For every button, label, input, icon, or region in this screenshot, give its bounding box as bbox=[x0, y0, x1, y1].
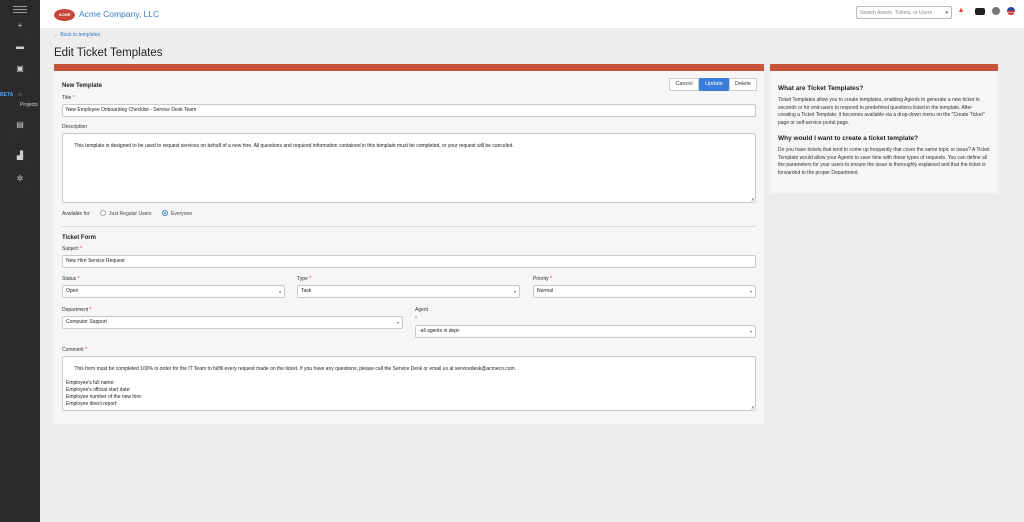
section-title-ticket-form: Ticket Form bbox=[62, 235, 96, 241]
resize-handle-icon[interactable]: ◢ bbox=[751, 195, 754, 202]
search-placeholder: Search Assets, Tickets, or Users bbox=[860, 10, 932, 16]
subject-input[interactable]: New Hire Service Request bbox=[62, 255, 756, 268]
priority-label: Priority * bbox=[533, 276, 552, 282]
help-card: What are Ticket Templates? Ticket Templa… bbox=[770, 64, 998, 193]
department-value: Computer Support bbox=[66, 319, 107, 325]
sidebar-item-label: Projects bbox=[20, 102, 39, 108]
type-label: Type * bbox=[297, 276, 312, 282]
reports-icon: ▟ bbox=[16, 151, 24, 160]
page-title: Edit Ticket Templates bbox=[54, 47, 163, 59]
status-value: Open bbox=[66, 288, 79, 294]
sidebar-item-label: Tickets bbox=[20, 53, 36, 59]
sidebar-item-projects[interactable]: BETA ⁘ Projects bbox=[0, 92, 40, 108]
agent-select[interactable]: -all agents in dept- ▾ bbox=[415, 325, 756, 338]
comment-text: This form must be completed 100% in orde… bbox=[66, 366, 517, 407]
department-label: Department * bbox=[62, 307, 92, 313]
back-to-templates-link[interactable]: ← Back to templates bbox=[54, 32, 100, 38]
help-answer-2: Do you have tickets that tend to come up… bbox=[778, 147, 990, 176]
comment-label: Comment * bbox=[62, 347, 88, 353]
chevron-down-icon: ▾ bbox=[749, 329, 752, 334]
delete-button[interactable]: Delete bbox=[729, 78, 757, 91]
radio-label-everyone: Everyone bbox=[171, 211, 193, 217]
beta-badge: BETA bbox=[0, 92, 14, 98]
department-select[interactable]: Computer Support ▾ bbox=[62, 316, 403, 329]
cancel-button[interactable]: Cancel bbox=[669, 78, 699, 91]
chevron-down-icon: ▾ bbox=[749, 289, 752, 294]
chevron-down-icon: ▾ bbox=[513, 289, 516, 294]
description-textarea[interactable]: This template is designed to be used to … bbox=[62, 133, 756, 203]
book-icon: ▤ bbox=[16, 120, 24, 129]
sidebar-item-tickets[interactable]: ▬ Tickets bbox=[0, 42, 40, 60]
status-select[interactable]: Open ▾ bbox=[62, 285, 285, 298]
sidebar-item-label: Assets bbox=[20, 75, 36, 81]
sidebar-item-assets[interactable]: ▣ Assets bbox=[0, 64, 40, 82]
inbox-icon[interactable] bbox=[975, 8, 985, 15]
sidebar-item-settings[interactable]: ✲ Settings bbox=[0, 174, 40, 192]
description-text: This template is designed to be used to … bbox=[74, 143, 514, 149]
chevron-down-icon: ▾ bbox=[396, 320, 399, 325]
radio-just-regular-users[interactable] bbox=[100, 210, 106, 216]
help-question-2: Why would I want to create a ticket temp… bbox=[778, 135, 919, 142]
chevron-down-icon: ▾ bbox=[945, 10, 948, 16]
sidebar-item-label: Settings bbox=[20, 185, 39, 191]
update-button[interactable]: Update bbox=[699, 78, 729, 91]
description-label: Description bbox=[62, 124, 88, 130]
type-select[interactable]: Task ▾ bbox=[297, 285, 520, 298]
bell-icon[interactable]: ▲ bbox=[957, 7, 965, 15]
section-divider bbox=[62, 226, 756, 227]
sidebar: + Create ▬ Tickets ▣ Assets BETA ⁘ Proje… bbox=[0, 0, 40, 522]
help-answer-1: Ticket Templates allow you to create tem… bbox=[778, 97, 985, 126]
sidebar-item-label: Knowledge Base bbox=[2, 131, 28, 143]
available-for-label: Available for: bbox=[62, 211, 91, 217]
sidebar-item-create[interactable]: + Create bbox=[0, 21, 40, 39]
comment-textarea[interactable]: This form must be completed 100% in orde… bbox=[62, 356, 756, 411]
resize-handle-icon[interactable]: ◢ bbox=[751, 403, 754, 410]
sidebar-item-knowledge-base[interactable]: ▤ Knowledge Base bbox=[0, 120, 40, 144]
help-question-1: What are Ticket Templates? bbox=[778, 85, 864, 92]
company-logo[interactable]: ACME bbox=[54, 9, 75, 21]
assets-icon: ▣ bbox=[16, 64, 24, 73]
us-flag-icon[interactable] bbox=[1007, 7, 1015, 15]
company-name[interactable]: Acme Company, LLC bbox=[79, 9, 159, 19]
section-title-new-template: New Template bbox=[62, 83, 102, 89]
status-label: Status * bbox=[62, 276, 80, 282]
agent-required-mark: * bbox=[415, 316, 417, 322]
top-bar: ACME Acme Company, LLC Search Assets, Ti… bbox=[40, 0, 1024, 28]
type-value: Task bbox=[301, 288, 312, 294]
avatar[interactable] bbox=[992, 7, 1000, 15]
global-search-input[interactable]: Search Assets, Tickets, or Users ▾ bbox=[856, 6, 952, 19]
radio-everyone[interactable] bbox=[162, 210, 168, 216]
ticket-icon: ▬ bbox=[16, 42, 24, 51]
agent-value: -all agents in dept- bbox=[419, 328, 461, 334]
subject-label: Subject * bbox=[62, 246, 83, 252]
sidebar-item-label: Create bbox=[20, 32, 36, 38]
sidebar-item-label: Reports bbox=[20, 162, 38, 168]
main-content: ← Back to templates Edit Ticket Template… bbox=[40, 28, 1024, 522]
priority-select[interactable]: Normal ▾ bbox=[533, 285, 756, 298]
priority-value: Normal bbox=[537, 288, 554, 294]
chevron-down-icon: ▾ bbox=[278, 289, 281, 294]
template-form-card: New Template Cancel Update Delete Title … bbox=[54, 64, 764, 424]
radio-label-just-regular-users: Just Regular Users bbox=[109, 211, 152, 217]
title-input[interactable]: New Employee Onboarding Checklist - Serv… bbox=[62, 104, 756, 117]
title-label: Title * bbox=[62, 95, 75, 101]
gear-icon: ✲ bbox=[16, 174, 24, 183]
menu-icon[interactable] bbox=[13, 6, 27, 14]
plus-icon: + bbox=[17, 21, 23, 30]
sidebar-item-reports[interactable]: ▟ Reports bbox=[0, 151, 40, 169]
agent-label: Agent bbox=[415, 307, 429, 313]
